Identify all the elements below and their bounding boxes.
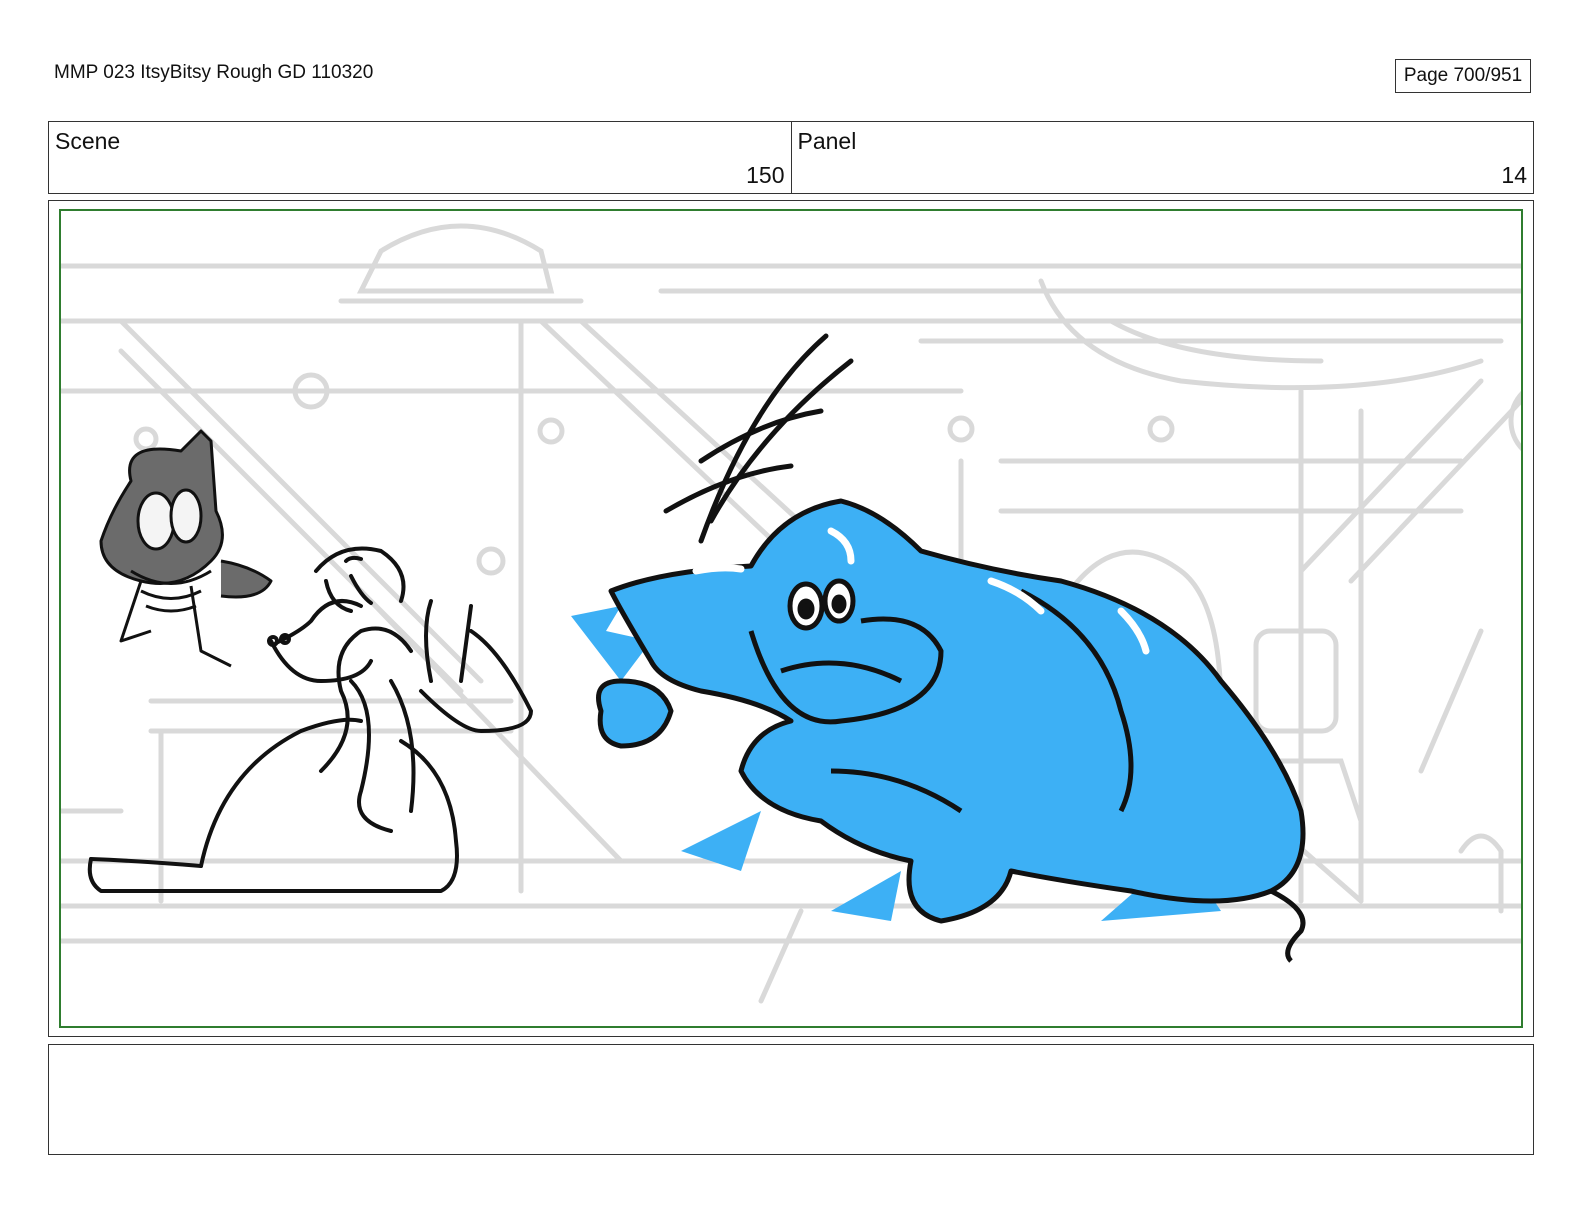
- document-title: MMP 023 ItsyBitsy Rough GD 110320: [54, 62, 374, 83]
- gray-creature: [99, 429, 273, 668]
- storyboard-panel-frame: [48, 200, 1534, 1037]
- panel-label: Panel: [797, 128, 857, 154]
- panel-notes-box: [48, 1044, 1534, 1155]
- panel-cell: Panel 14: [790, 122, 1534, 193]
- safe-area-frame: [59, 209, 1523, 1028]
- panel-number: 14: [1501, 162, 1527, 188]
- scene-label: Scene: [55, 128, 121, 154]
- scene-number: 150: [746, 162, 785, 188]
- scene-panel-header: Scene 150 Panel 14: [48, 121, 1534, 194]
- storyboard-drawing: [61, 223, 1521, 1004]
- page-number-box: Page 700/951: [1395, 59, 1531, 93]
- blue-creature: [571, 498, 1306, 963]
- seated-character: [87, 546, 533, 893]
- page-number: Page 700/951: [1403, 65, 1523, 86]
- scene-cell: Scene 150: [49, 122, 791, 193]
